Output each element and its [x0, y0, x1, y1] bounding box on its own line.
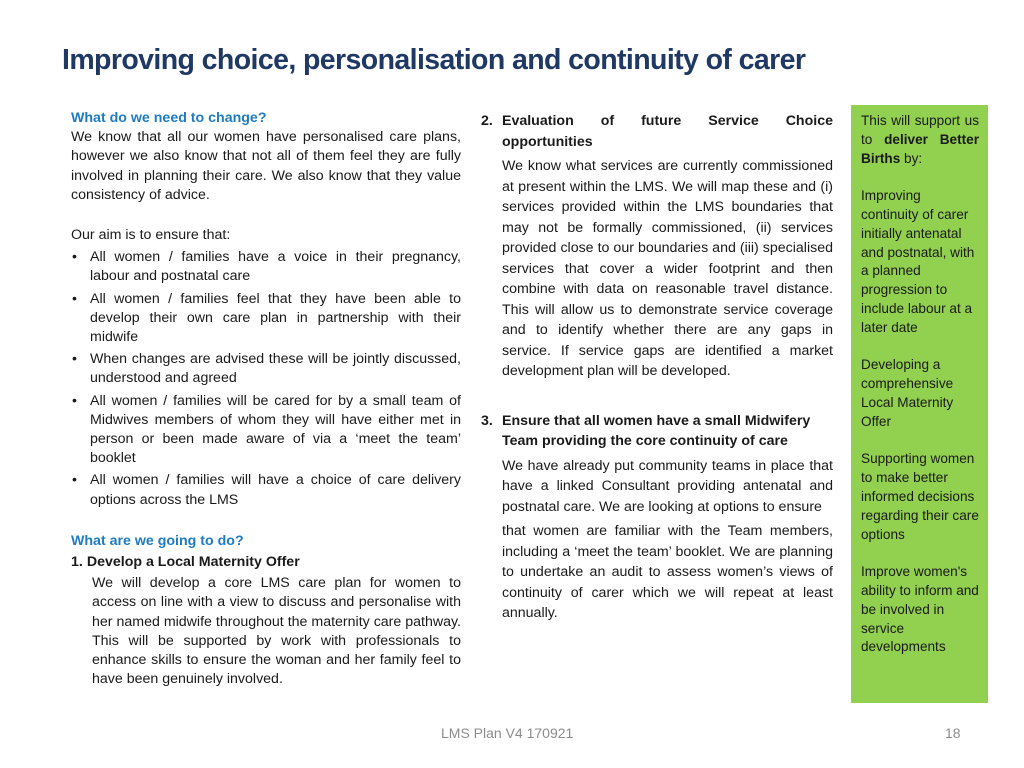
box-point: Supporting women to make better informed…	[861, 451, 979, 542]
aim-item: • When changes are advised these will be …	[71, 350, 461, 388]
item3-body-1: We have already put community teams in p…	[502, 457, 833, 515]
box-intro-suffix: by:	[900, 150, 923, 166]
box-point: Developing a comprehensive Local Materni…	[861, 357, 954, 429]
item1-body: We will develop a core LMS care plan for…	[92, 575, 461, 688]
footer-text: LMS Plan V4 170921	[441, 725, 574, 741]
bullet-icon: •	[72, 351, 77, 368]
item2-heading: 2. Evaluation of future Service Choice o…	[481, 111, 833, 152]
better-births-box: This will support us to deliver Better B…	[851, 105, 988, 703]
box-point: Improve women's ability to inform and be…	[861, 564, 979, 655]
change-heading: What do we need to change?	[71, 110, 267, 126]
item1-title: Develop a Local Maternity Offer	[86, 554, 300, 571]
item1-number: 1.	[71, 554, 83, 571]
bullet-icon: •	[72, 392, 77, 409]
aim-text: All women / families have a voice in the…	[90, 249, 461, 285]
aim-item: • All women / families will have a choice…	[71, 471, 461, 509]
item1-body-wrap: We will develop a core LMS care plan for…	[71, 574, 461, 689]
aim-text: All women / families will be cared for b…	[90, 392, 461, 467]
item3-heading: 3. Ensure that all women have a small Mi…	[481, 411, 833, 452]
aim-item: • All women / families feel that they hav…	[71, 290, 461, 348]
left-column: What do we need to change? We know that …	[71, 109, 461, 689]
aim-item: • All women / families have a voice in th…	[71, 248, 461, 286]
slide-title: Improving choice, personalisation and co…	[62, 44, 806, 76]
aim-item: • All women / families will be cared for …	[71, 392, 461, 469]
aim-text: When changes are advised these will be j…	[90, 351, 461, 387]
box-intro: This will support us to deliver Better B…	[861, 112, 979, 168]
item2-number: 2.	[481, 113, 493, 129]
item1-heading: 1. Develop a Local Maternity Offer	[71, 553, 461, 572]
aim-text: All women / families will have a choice …	[90, 472, 461, 508]
bullet-icon: •	[72, 249, 77, 266]
item3-title: Ensure that all women have a small Midwi…	[502, 412, 811, 450]
item3-number: 3.	[481, 412, 493, 429]
item3-body-wrap: We have already put community teams in p…	[481, 456, 833, 624]
item3-body-2: that women are familiar with the Team me…	[502, 523, 833, 621]
aim-text: All women / families feel that they have…	[90, 290, 461, 346]
page-number: 18	[945, 725, 961, 741]
aim-intro: Our aim is to ensure that:	[71, 227, 231, 244]
bullet-icon: •	[72, 472, 77, 489]
item2-body-wrap: We know what services are currently comm…	[481, 156, 833, 382]
middle-column: 2. Evaluation of future Service Choice o…	[481, 111, 833, 624]
bullet-icon: •	[72, 290, 77, 307]
item2-body: We know what services are currently comm…	[502, 158, 833, 379]
change-body: We know that all our women have personal…	[71, 129, 461, 203]
aims-list: • All women / families have a voice in th…	[71, 248, 461, 510]
item2-title: Evaluation of future Service Choice oppo…	[502, 113, 833, 150]
box-point: Improving continuity of carer initially …	[861, 188, 975, 335]
do-heading: What are we going to do?	[71, 532, 244, 549]
